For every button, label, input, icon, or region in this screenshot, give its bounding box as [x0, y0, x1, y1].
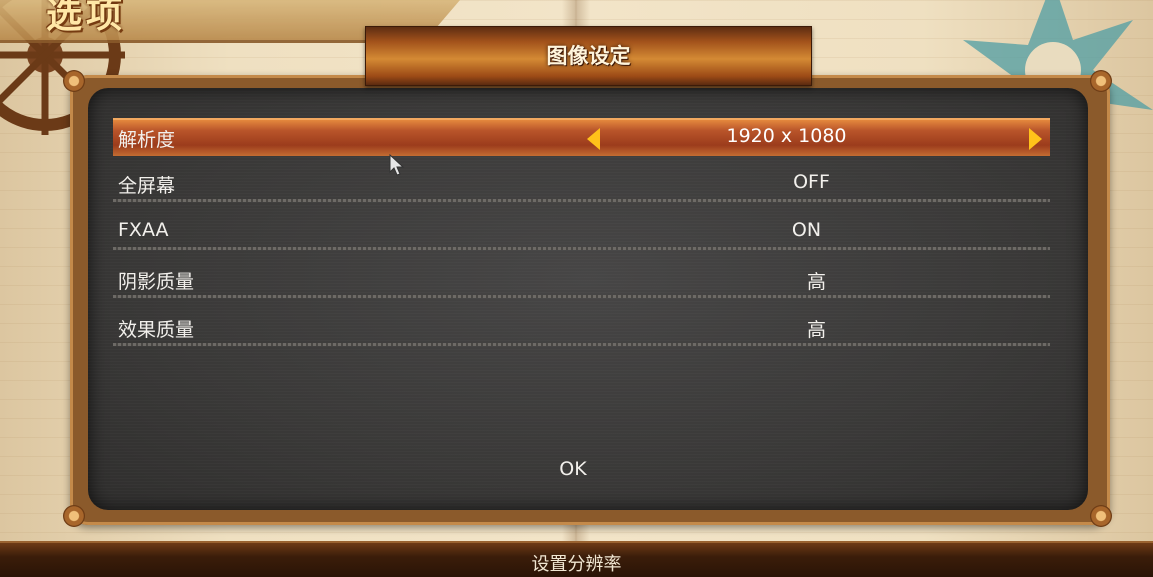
setting-value: 高: [806, 319, 826, 341]
arrow-right-icon[interactable]: [1029, 128, 1042, 150]
status-bar: 设置分辨率: [0, 541, 1153, 577]
options-title: 选项: [46, 0, 127, 36]
header-tab: 图像设定: [365, 26, 812, 86]
setting-row-fullscreen[interactable]: 全屏幕 OFF: [113, 166, 1050, 202]
page-title: 图像设定: [546, 44, 631, 68]
status-hint-text: 设置分辨率: [531, 554, 622, 575]
setting-row-shadow-quality[interactable]: 阴影质量 高: [113, 262, 1050, 298]
setting-value: OFF: [793, 171, 830, 193]
setting-row-resolution[interactable]: 解析度 1920 x 1080: [113, 118, 1050, 156]
setting-value: 1920 x 1080: [726, 125, 847, 147]
row-divider: [113, 295, 1050, 298]
setting-value: ON: [791, 219, 822, 241]
setting-row-fxaa[interactable]: FXAA ON: [113, 214, 1050, 250]
panel-corner-ornament: [1090, 70, 1112, 92]
panel-corner-ornament: [1090, 505, 1112, 527]
row-divider: [113, 199, 1050, 202]
panel-corner-ornament: [63, 70, 85, 92]
panel-corner-ornament: [63, 505, 85, 527]
ok-button[interactable]: OK: [540, 458, 606, 484]
row-divider: [113, 247, 1050, 250]
setting-value: 高: [806, 271, 826, 293]
row-divider: [113, 343, 1050, 346]
setting-row-effect-quality[interactable]: 效果质量 高: [113, 310, 1050, 346]
mouse-cursor-icon: [389, 153, 405, 180]
